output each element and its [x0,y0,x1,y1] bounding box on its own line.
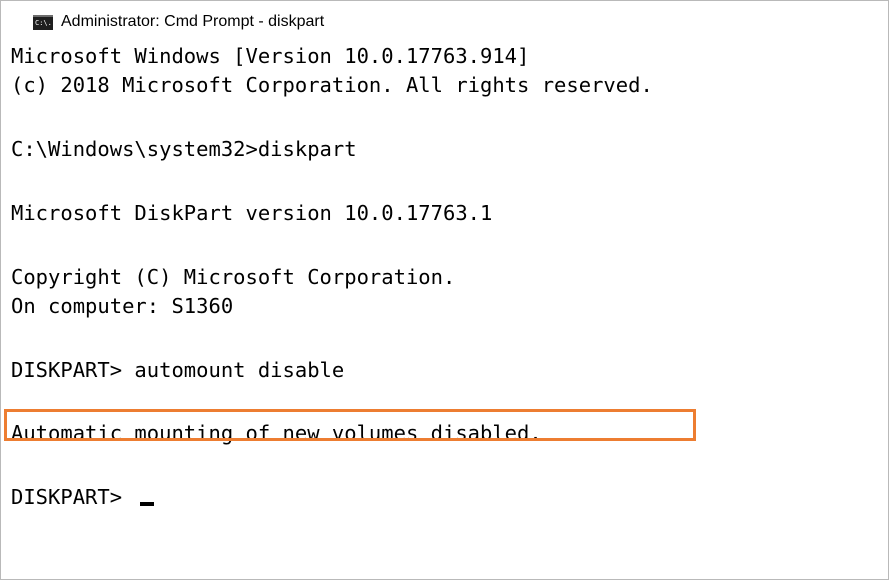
console-line: DISKPART> automount disable [11,358,345,382]
window-title: Administrator: Cmd Prompt - diskpart [61,13,325,30]
title-bar[interactable]: C:\. Administrator: Cmd Prompt - diskpar… [1,1,888,41]
console-line: (c) 2018 Microsoft Corporation. All righ… [11,73,653,97]
console-prompt-line[interactable]: DISKPART> [11,483,155,512]
highlight-box [4,409,696,441]
console-line: Microsoft Windows [Version 10.0.17763.91… [11,44,530,68]
cmd-prompt-icon: C:\. [33,15,53,30]
console-line: Microsoft DiskPart version 10.0.17763.1 [11,201,493,225]
text-cursor [140,502,155,506]
console-line: On computer: S1360 [11,294,234,318]
console-line: C:\Windows\system32>diskpart [11,137,357,161]
console-line: Copyright (C) Microsoft Corporation. [11,265,456,289]
command-prompt-window: C:\. Administrator: Cmd Prompt - diskpar… [0,0,889,580]
console-prompt: DISKPART> [11,485,135,509]
console-output[interactable]: Microsoft Windows [Version 10.0.17763.91… [11,42,888,579]
cmd-prompt-icon-text: C:\. [35,19,52,27]
